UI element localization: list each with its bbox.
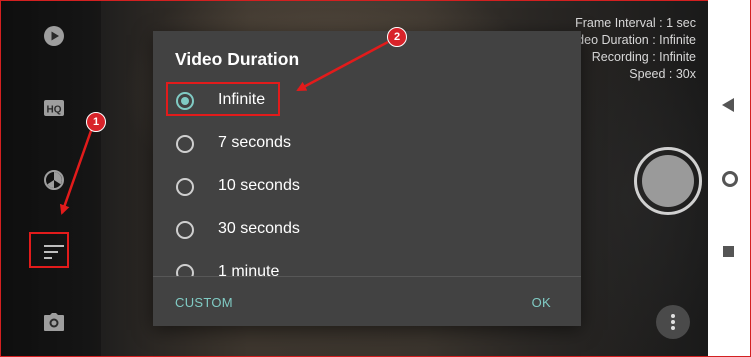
step-badge-2: 2 bbox=[387, 27, 407, 47]
arrow-2 bbox=[296, 40, 389, 92]
annotation-arrows bbox=[59, 40, 389, 215]
step-badge-1: 1 bbox=[86, 112, 106, 132]
arrow-1 bbox=[59, 127, 94, 215]
